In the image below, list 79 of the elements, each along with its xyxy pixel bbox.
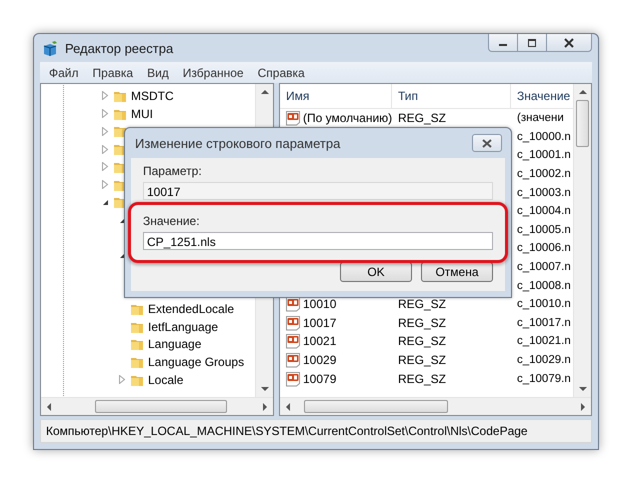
column-header[interactable]: Тип (392, 84, 511, 108)
expand-arrow-icon[interactable] (101, 91, 109, 100)
horizontal-scrollbar[interactable] (280, 397, 591, 415)
value-name: 10017 (303, 316, 336, 330)
dialog-title: Изменение строкового параметра (135, 136, 340, 150)
column-header[interactable]: Имя (280, 84, 392, 108)
value-data: c_10017.n (517, 316, 571, 329)
string-value-icon (285, 370, 301, 387)
tree-item[interactable]: MUI (131, 106, 153, 121)
window-title: Редактор реестра (65, 40, 174, 56)
close-button[interactable] (547, 34, 592, 52)
string-value-icon (285, 314, 301, 331)
tree-item[interactable]: Language (148, 337, 202, 352)
string-value-icon (285, 296, 301, 312)
value-type: REG_SZ (398, 353, 446, 368)
value-name: 10029 (303, 353, 336, 368)
menu-item[interactable]: Правка (86, 66, 140, 80)
value-type: REG_SZ (398, 297, 446, 312)
value-name: 10010 (303, 297, 336, 312)
value-data: c_10002.n (517, 168, 571, 180)
tree-item[interactable]: Language Groups (148, 355, 244, 370)
folder-icon (113, 124, 127, 138)
value-data: c_10006.n (517, 242, 571, 254)
expand-arrow-icon[interactable] (101, 144, 109, 154)
tree-item[interactable]: Locale (148, 372, 184, 387)
value-data: c_10008.n (517, 280, 571, 292)
folder-icon (130, 355, 144, 370)
close-icon (563, 38, 575, 48)
parameter-label: Параметр: (143, 164, 202, 179)
value-data: c_10003.n (517, 186, 571, 199)
value-data: c_10005.n (517, 224, 571, 236)
expand-arrow-icon[interactable] (101, 109, 109, 118)
value-data: c_10001.n (517, 149, 571, 162)
string-value-icon (285, 352, 301, 368)
value-label: Значение: (143, 214, 200, 229)
column-header[interactable]: Значение (511, 84, 573, 108)
value-type: REG_SZ (398, 316, 446, 330)
maximize-icon (527, 38, 537, 46)
value-data: c_10004.n (517, 205, 571, 218)
value-name: 10021 (303, 334, 336, 348)
close-button[interactable] (472, 134, 502, 152)
tree-item[interactable]: MSDTC (131, 88, 174, 103)
value-data: (значени (517, 112, 564, 124)
value-type: REG_SZ (398, 372, 446, 386)
parameter-field[interactable]: 10017 (143, 182, 493, 200)
expand-arrow-icon[interactable] (118, 375, 126, 384)
dialog-button[interactable]: Отмена (421, 262, 493, 282)
menu-item[interactable]: Избранное (176, 66, 251, 80)
dialog-button[interactable]: OK (340, 262, 412, 282)
vertical-scrollbar[interactable] (573, 84, 591, 397)
tree-item[interactable]: IetfLanguage (148, 320, 218, 334)
value-type: REG_SZ (398, 111, 446, 126)
horizontal-scrollbar[interactable] (41, 397, 273, 415)
string-value-icon (285, 333, 301, 350)
expand-arrow-icon[interactable] (101, 180, 109, 190)
value-data: c_10021.n (517, 335, 571, 348)
value-name: (По умолчанию) (303, 111, 392, 126)
expand-arrow-icon[interactable] (101, 162, 109, 172)
collapse-arrow-icon[interactable] (101, 198, 109, 207)
value-data: c_10007.n (517, 261, 571, 274)
menu-item[interactable]: Вид (140, 66, 176, 80)
value-data: c_10029.n (517, 354, 571, 366)
value-name: 10079 (303, 372, 336, 386)
minimize-button[interactable] (488, 34, 518, 52)
string-value-icon (285, 110, 301, 126)
value-type: REG_SZ (398, 334, 446, 348)
value-data: c_10010.n (517, 298, 571, 310)
tree-item[interactable]: ExtendedLocale (148, 302, 234, 316)
app-icon (43, 40, 59, 56)
key-path: Компьютер\HKEY_LOCAL_MACHINE\SYSTEM\CurrentControlSet\Control\Nls\CodePage (46, 424, 528, 438)
menu-item[interactable]: Справка (250, 66, 312, 80)
maximize-button[interactable] (518, 34, 547, 52)
folder-icon (130, 337, 144, 352)
value-field[interactable]: CP_1251.nls (143, 232, 493, 250)
value-data: c_10000.n (517, 130, 571, 143)
close-icon (481, 138, 493, 148)
expand-arrow-icon[interactable] (101, 126, 109, 136)
value-data: c_10079.n (517, 372, 571, 385)
menu-item[interactable]: Файл (42, 66, 86, 80)
